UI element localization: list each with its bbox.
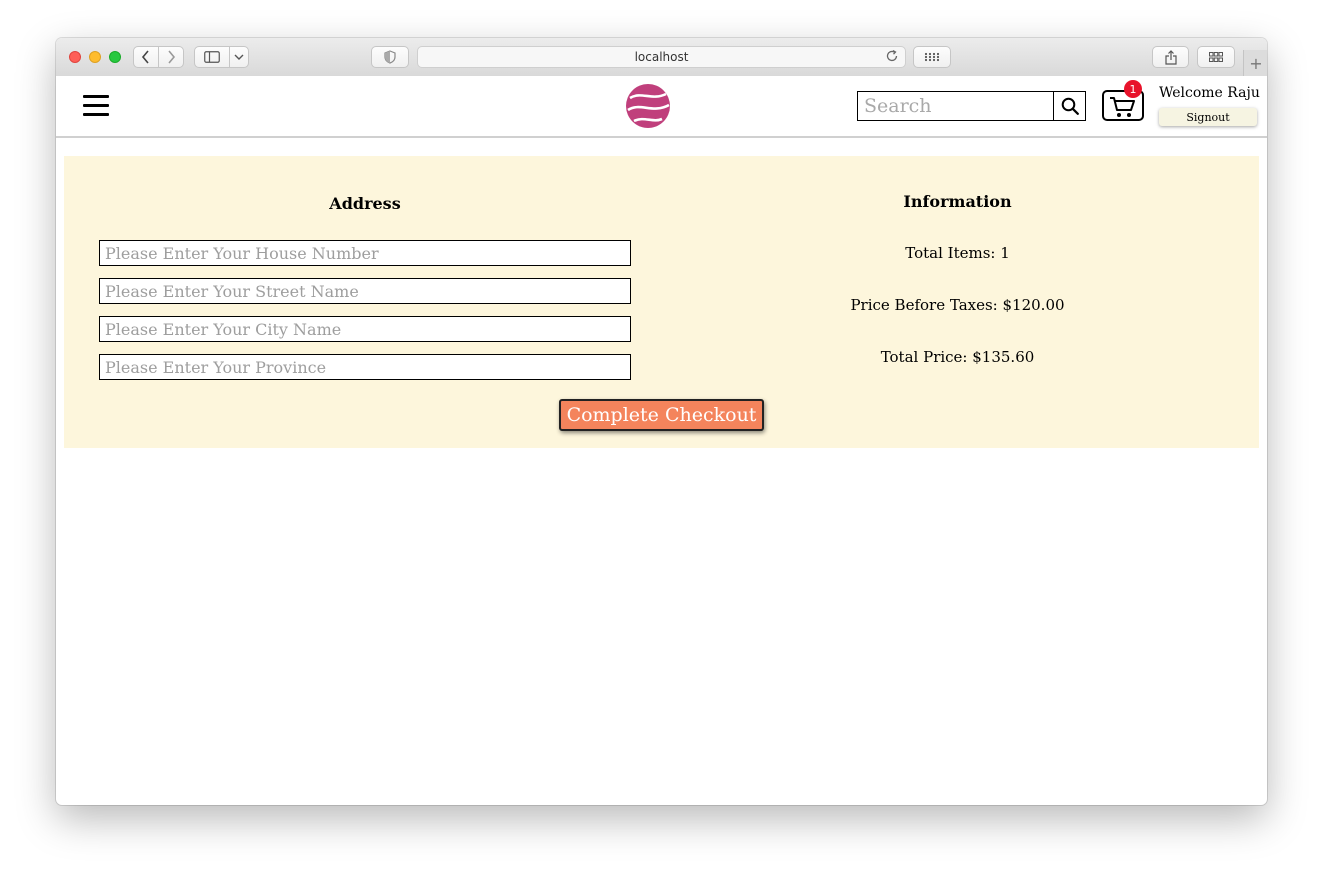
tab-overview-button[interactable] [1197, 46, 1235, 68]
sidebar-toggle-button[interactable] [194, 46, 230, 68]
extensions-button[interactable] [913, 46, 951, 68]
minimize-window-button[interactable] [89, 51, 101, 63]
sidebar-icon [204, 51, 220, 63]
grid-dots-icon [924, 52, 940, 62]
tab-overview-dropdown[interactable] [229, 46, 249, 68]
chevron-left-icon [141, 50, 149, 64]
close-window-button[interactable] [69, 51, 81, 63]
checkout-panel: Address Information Total Items: 1 Price… [64, 156, 1259, 448]
total-items-text: Total Items: 1 [905, 244, 1010, 262]
search-bar [857, 91, 1086, 121]
signout-button[interactable]: Signout [1159, 108, 1257, 126]
chevron-right-icon [168, 50, 176, 64]
search-input[interactable] [858, 92, 1053, 120]
search-button[interactable] [1053, 92, 1085, 120]
back-button[interactable] [133, 46, 159, 68]
tabs-grid-icon [1209, 52, 1223, 62]
zoom-window-button[interactable] [109, 51, 121, 63]
price-before-taxes-text: Price Before Taxes: $120.00 [850, 296, 1065, 314]
brand-logo[interactable] [625, 83, 671, 129]
street-name-input[interactable] [99, 278, 631, 304]
reload-icon[interactable] [885, 49, 899, 66]
complete-checkout-button[interactable]: Complete Checkout [559, 399, 764, 431]
menu-icon[interactable] [83, 93, 110, 117]
share-button[interactable] [1152, 46, 1189, 68]
search-icon [1061, 97, 1079, 115]
privacy-report-button[interactable] [371, 46, 409, 68]
total-price-text: Total Price: $135.60 [880, 348, 1035, 366]
shield-icon [384, 50, 396, 64]
province-input[interactable] [99, 354, 631, 380]
address-heading: Address [329, 194, 401, 213]
chevron-down-icon [234, 54, 244, 60]
city-name-input[interactable] [99, 316, 631, 342]
information-heading: Information [903, 192, 1012, 211]
house-number-input[interactable] [99, 240, 631, 266]
new-tab-button[interactable]: + [1243, 50, 1267, 76]
address-bar[interactable]: localhost [417, 46, 906, 68]
browser-toolbar: localhost + [56, 38, 1267, 77]
share-icon [1164, 49, 1177, 65]
welcome-text: Welcome Raju [1159, 85, 1260, 101]
site-navbar: 1 Welcome Raju Signout [56, 76, 1267, 138]
browser-window: localhost + Search 1 Welcome Raju Signou… [56, 38, 1267, 805]
forward-button[interactable] [158, 46, 184, 68]
cart-count-badge: 1 [1124, 80, 1142, 98]
url-text: localhost [634, 50, 689, 64]
